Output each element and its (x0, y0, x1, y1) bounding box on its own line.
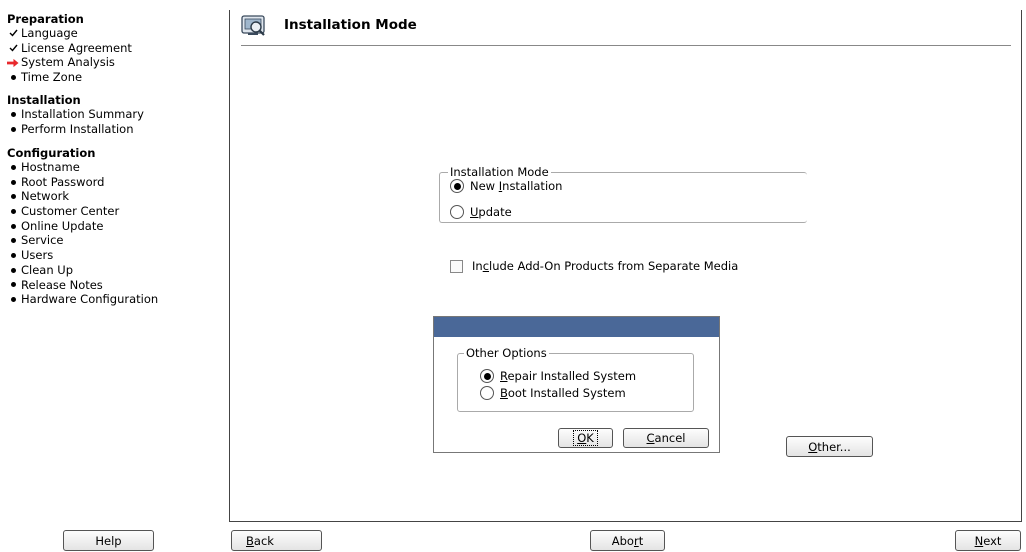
step-perform-installation: Perform Installation (7, 122, 144, 137)
section-installation: Installation Installation Summary Perfor… (7, 93, 144, 136)
other-button[interactable]: Other... (786, 436, 873, 457)
step-users: Users (7, 248, 158, 263)
bullet-icon (7, 107, 19, 122)
ok-button[interactable]: OK (558, 428, 613, 448)
checkbox-icon[interactable] (450, 259, 463, 273)
step-time-zone: Time Zone (7, 70, 132, 85)
page-title: Installation Mode (284, 17, 417, 33)
installer-icon (241, 15, 267, 37)
checkmark-icon (7, 26, 19, 41)
other-options-dialog: Other Options Repair Installed System Bo… (433, 316, 720, 453)
bullet-icon (7, 204, 19, 219)
bullet-icon (7, 70, 19, 85)
back-button[interactable]: Back (231, 530, 322, 551)
step-customer-center: Customer Center (7, 204, 158, 219)
section-configuration: Configuration Hostname Root Password Net… (7, 146, 158, 307)
step-label: Time Zone (21, 70, 83, 85)
bullet-icon (7, 233, 19, 248)
step-label: Root Password (21, 174, 105, 189)
step-label: Users (21, 248, 54, 263)
new-installation-radio[interactable]: New Installation (450, 179, 562, 193)
radio-label: Repair Installed System (500, 369, 637, 383)
abort-button[interactable]: Abort (590, 530, 665, 551)
radio-selected-icon[interactable] (480, 369, 494, 383)
step-service: Service (7, 233, 158, 248)
step-network: Network (7, 189, 158, 204)
radio-label: New Installation (470, 179, 563, 193)
step-label: Clean Up (21, 262, 74, 277)
radio-unselected-icon[interactable] (450, 205, 464, 219)
bullet-icon (7, 219, 19, 234)
step-hostname: Hostname (7, 160, 158, 175)
radio-label: Boot Installed System (500, 386, 626, 400)
step-online-update: Online Update (7, 219, 158, 234)
section-title: Configuration (7, 146, 96, 160)
bullet-icon (7, 122, 19, 137)
bullet-icon (7, 248, 19, 263)
step-label: Release Notes (21, 277, 103, 292)
title-divider (241, 45, 1011, 46)
update-radio[interactable]: Update (450, 205, 512, 219)
current-step-arrow-icon (7, 55, 19, 70)
step-label: Hostname (21, 160, 80, 174)
bullet-icon (7, 278, 19, 293)
bullet-icon (7, 175, 19, 190)
boot-installed-system-radio[interactable]: Boot Installed System (480, 386, 626, 400)
step-label: Hardware Configuration (21, 292, 159, 307)
checkmark-icon (7, 41, 19, 56)
section-preparation: Preparation Language License Agreement S… (7, 12, 132, 85)
include-addon-checkbox[interactable]: Include Add-On Products from Separate Me… (450, 259, 738, 273)
dialog-titlebar[interactable] (434, 317, 719, 337)
step-release-notes: Release Notes (7, 278, 158, 293)
step-label: Online Update (21, 218, 104, 233)
step-label: Installation Summary (21, 107, 144, 121)
step-root-password: Root Password (7, 175, 158, 190)
repair-installed-system-radio[interactable]: Repair Installed System (480, 369, 636, 383)
bullet-icon (7, 189, 19, 204)
section-title: Preparation (7, 12, 84, 26)
radio-selected-icon[interactable] (450, 179, 464, 193)
cancel-button[interactable]: Cancel (623, 428, 709, 448)
checkbox-label: Include Add-On Products from Separate Me… (472, 259, 739, 273)
step-system-analysis: System Analysis (7, 55, 132, 70)
step-label: Service (21, 233, 64, 248)
step-hardware-configuration: Hardware Configuration (7, 292, 158, 307)
step-license-agreement: License Agreement (7, 41, 132, 56)
step-label: Language (21, 26, 78, 40)
step-label: Customer Center (21, 204, 120, 219)
step-language: Language (7, 26, 132, 41)
section-title: Installation (7, 93, 81, 107)
help-button[interactable]: Help (63, 530, 154, 551)
bullet-icon (7, 160, 19, 175)
step-clean-up: Clean Up (7, 263, 158, 278)
radio-unselected-icon[interactable] (480, 386, 494, 400)
step-sidebar: Preparation Language License Agreement S… (0, 0, 222, 525)
next-button[interactable]: Next (955, 530, 1021, 551)
step-label: Perform Installation (21, 121, 134, 136)
step-label: System Analysis (21, 55, 115, 70)
bullet-icon (7, 263, 19, 278)
bullet-icon (7, 292, 19, 307)
step-label: Network (21, 189, 70, 204)
group-legend: Other Options (464, 346, 549, 360)
radio-label: Update (470, 205, 512, 219)
step-label: License Agreement (21, 40, 132, 55)
group-legend: Installation Mode (448, 165, 551, 179)
step-installation-summary: Installation Summary (7, 107, 144, 122)
